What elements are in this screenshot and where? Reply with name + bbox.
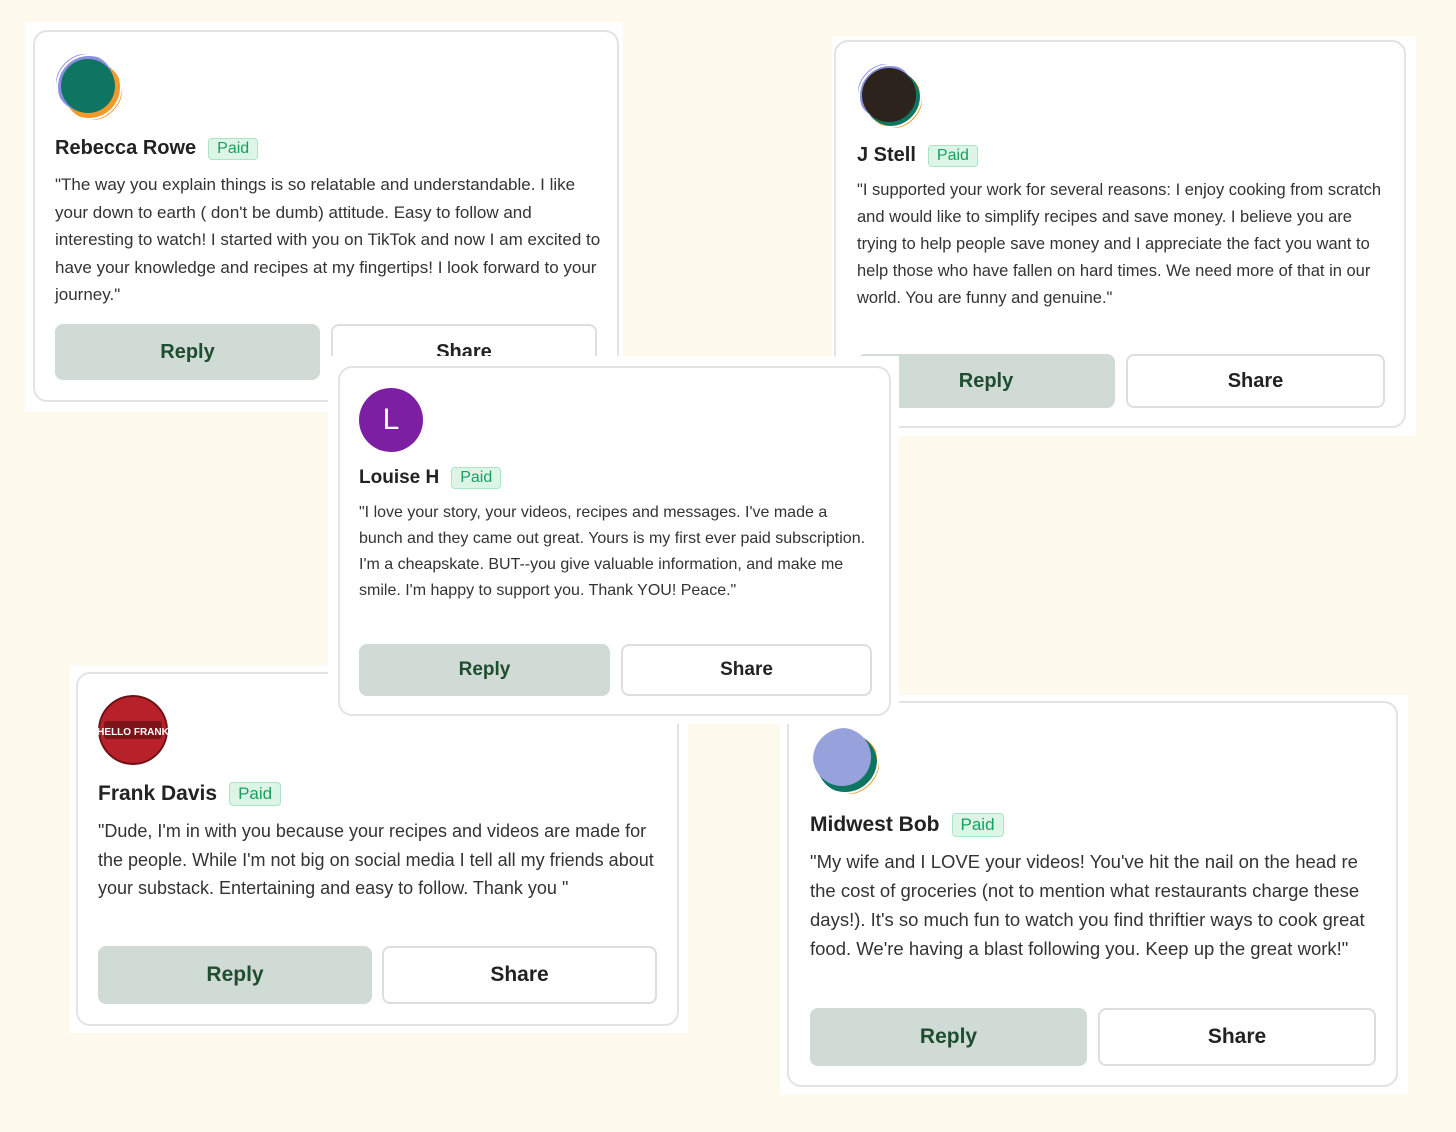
avatar-logo-text: HELLO FRANK	[98, 727, 168, 738]
comment-card-rebecca-rowe: Rebecca Rowe Paid "The way you explain t…	[33, 30, 619, 402]
share-button[interactable]: Share	[1126, 354, 1385, 408]
name-row: J Stell Paid	[857, 144, 978, 167]
avatar-art	[56, 54, 122, 120]
comment-card-midwest-bob: Midwest Bob Paid "My wife and I LOVE you…	[787, 701, 1398, 1087]
reply-button[interactable]: Reply	[98, 946, 372, 1004]
name-row: Midwest Bob Paid	[810, 813, 1004, 837]
avatar-art	[811, 726, 879, 794]
reply-button[interactable]: Reply	[55, 324, 320, 380]
paid-badge: Paid	[451, 467, 502, 489]
name-row: Frank Davis Paid	[98, 782, 282, 806]
paid-badge: Paid	[229, 782, 282, 806]
avatar: L	[359, 388, 423, 452]
avatar	[55, 53, 123, 121]
avatar	[857, 63, 923, 129]
reply-button[interactable]: Reply	[810, 1008, 1087, 1066]
avatar-letter: L	[382, 403, 400, 436]
share-button[interactable]: Share	[1098, 1008, 1376, 1066]
comment-card-frank-davis: HELLO FRANK Frank Davis Paid "Dude, I'm …	[76, 672, 679, 1026]
share-button[interactable]: Share	[621, 644, 872, 696]
comment-card-louise-h: L Louise H Paid "I love your story, your…	[338, 366, 891, 716]
commenter-name: Midwest Bob	[810, 813, 940, 836]
avatar: HELLO FRANK	[98, 695, 168, 765]
commenter-name: Louise H	[359, 467, 440, 488]
name-row: Rebecca Rowe Paid	[55, 137, 259, 160]
name-row: Louise H Paid	[359, 467, 502, 489]
avatar-art: HELLO FRANK	[98, 695, 168, 765]
comment-text: "I love your story, your videos, recipes…	[359, 504, 866, 599]
avatar	[810, 725, 880, 795]
commenter-name: Frank Davis	[98, 782, 218, 805]
commenter-name: Rebecca Rowe	[55, 137, 197, 159]
paid-badge: Paid	[208, 137, 259, 160]
comment-text: "My wife and I LOVE your videos! You've …	[810, 851, 1365, 959]
avatar-art	[858, 64, 922, 128]
comment-card-j-stell: J Stell Paid "I supported your work for …	[834, 40, 1406, 428]
paid-badge: Paid	[927, 144, 978, 167]
comment-text: "The way you explain things is so relata…	[55, 175, 601, 304]
paid-badge: Paid	[951, 813, 1004, 837]
comment-text: "Dude, I'm in with you because your reci…	[98, 821, 654, 898]
comment-text: "I supported your work for several reaso…	[857, 181, 1382, 307]
share-button[interactable]: Share	[382, 946, 657, 1004]
commenter-name: J Stell	[857, 144, 916, 166]
reply-button[interactable]: Reply	[359, 644, 610, 696]
